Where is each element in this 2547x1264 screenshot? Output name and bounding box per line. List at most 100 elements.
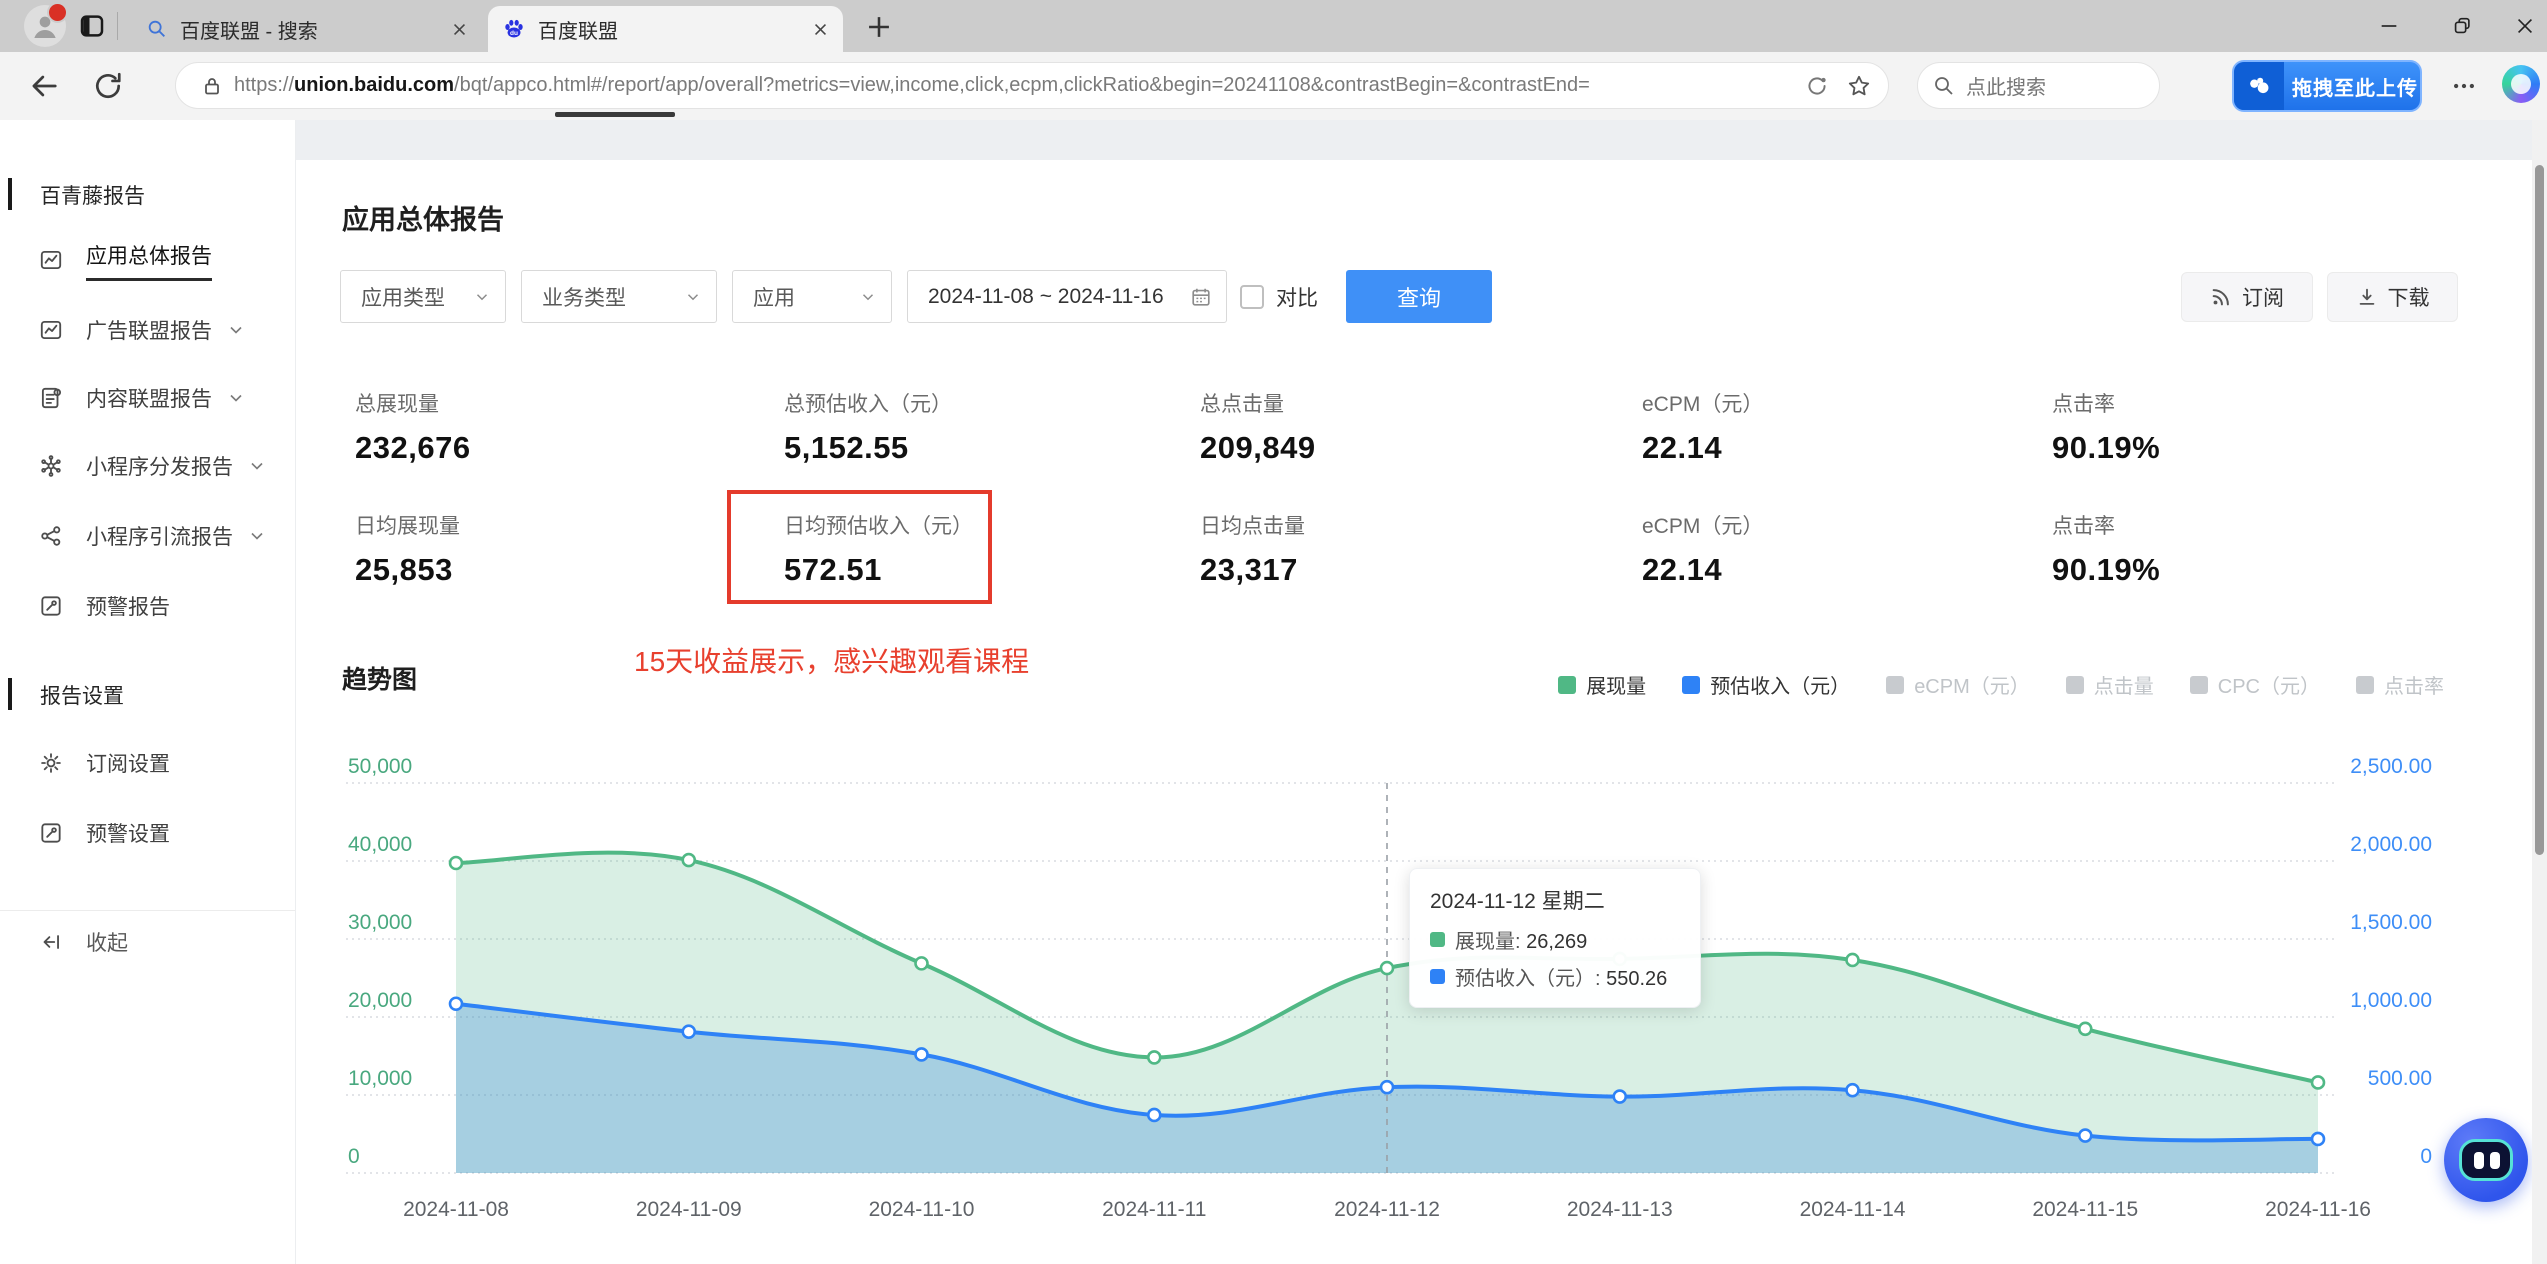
x-axis-tick: 2024-11-10 [869,1198,975,1221]
url-bar[interactable]: https://union.baidu.com/bqt/appco.html#/… [175,62,1889,109]
rss-icon [2212,289,2229,306]
highlight-box [727,490,992,604]
data-point[interactable] [1379,960,1395,976]
quick-search-box[interactable]: 点此搜索 [1917,62,2160,109]
refresh-icon [96,72,121,99]
scrollbar-thumb[interactable] [2535,165,2544,855]
data-point[interactable] [2310,1075,2326,1090]
new-tab-button[interactable] [862,10,896,44]
sidebar-item-1[interactable]: 广告联盟报告 [0,306,295,354]
browser-tab-active[interactable]: du 百度联盟 [488,6,843,52]
copilot-button[interactable] [2502,65,2540,103]
chevron-down-icon [230,394,242,402]
x-axis-tick: 2024-11-15 [2032,1198,2138,1221]
data-point[interactable] [448,996,464,1012]
data-point[interactable] [1612,1089,1628,1104]
close-icon[interactable] [451,21,468,38]
sidebar-divider [0,910,295,911]
query-button[interactable]: 查询 [1346,270,1492,323]
data-point[interactable] [2077,1128,2093,1143]
data-point[interactable] [2077,1021,2093,1037]
stat-card: 总点击量 209,849 [1200,388,1580,466]
close-window-button[interactable] [2493,0,2547,52]
download-button[interactable]: 下载 [2327,272,2458,322]
stat-value: 23,317 [1200,552,1298,587]
browser-menu-button[interactable] [2446,68,2482,104]
profile-avatar[interactable] [24,2,68,47]
stat-label: 日均展现量 [355,515,460,538]
stat-label: 点击率 [2052,393,2115,416]
assistant-robot-button[interactable] [2444,1118,2528,1202]
data-point[interactable] [681,1024,697,1039]
stat-value: 209,849 [1200,430,1316,465]
plus-icon [869,17,889,37]
data-point[interactable] [914,956,929,971]
report-icon [40,250,62,270]
search-icon [148,20,165,37]
app-select[interactable]: 应用 [732,270,892,323]
data-point[interactable] [448,855,464,871]
stat-label: 总展现量 [355,393,439,416]
report-icon [40,320,62,340]
tab-workspaces-button[interactable] [76,11,108,41]
data-point[interactable] [1146,1107,1162,1123]
chevron-down-icon [687,293,699,300]
right-axis-tick: 2,500.00 [2350,755,2432,778]
sidebar-item-4[interactable]: 小程序引流报告 [0,512,295,560]
app-type-select[interactable]: 应用类型 [340,270,506,323]
sidebar-collapse-button[interactable]: 收起 [0,918,295,966]
trend-chart[interactable]: 0 0 10,000 500.00 20,000 1,000.00 30,000 1,500.… [296,680,2532,1264]
sidebar-item-label: 小程序分发报告 [86,456,233,479]
data-point[interactable] [1146,1050,1162,1065]
tab-title: 百度联盟 - 搜索 [180,20,318,43]
biz-type-select[interactable]: 业务类型 [521,270,717,323]
translate-icon[interactable] [1804,73,1830,99]
compare-option[interactable]: 对比 [1240,270,1318,323]
left-axis-tick: 0 [348,1145,360,1168]
data-point[interactable] [681,852,697,868]
data-point[interactable] [1845,952,1860,968]
page-title: 应用总体报告 [342,205,504,235]
back-button[interactable] [26,68,62,104]
data-point[interactable] [914,1047,929,1062]
stat-value: 22.14 [1642,552,1723,587]
upload-drop-badge[interactable]: 拖拽至此上传 [2232,60,2422,112]
sidebar-item-5[interactable]: 预警报告 [0,582,295,630]
date-range-picker[interactable]: 2024-11-08 ~ 2024-11-16 [907,270,1227,323]
right-axis-tick: 1,000.00 [2350,989,2432,1012]
close-icon[interactable] [812,21,829,38]
sidebar-item-3[interactable]: 小程序分发报告 [0,442,295,490]
x-axis-tick: 2024-11-08 [403,1198,509,1221]
compare-checkbox[interactable] [1240,284,1264,309]
url-text[interactable]: https://union.baidu.com/bqt/appco.html#/… [234,74,1788,97]
data-point[interactable] [1845,1082,1860,1098]
restore-button[interactable] [2430,0,2494,52]
stat-card: 点击率 90.19% [2052,388,2432,466]
x-axis-tick: 2024-11-09 [636,1198,742,1221]
sidebar-item-0[interactable]: 应用总体报告 [0,236,295,284]
data-point[interactable] [2310,1131,2326,1147]
left-axis-tick: 30,000 [348,911,412,934]
x-axis-tick: 2024-11-12 [1334,1198,1440,1221]
sidebar-setting-1[interactable]: 预警设置 [0,809,295,857]
refresh-button[interactable] [90,68,126,104]
minimize-button[interactable] [2357,0,2421,52]
page-scrollbar[interactable] [2532,120,2547,1264]
tooltip-row-text: 预估收入（元）: 550.26 [1455,968,1668,990]
section-marker [8,678,12,710]
collapse-icon [43,935,59,949]
right-axis-tick: 0 [2420,1145,2432,1168]
favorite-star-icon[interactable] [1846,73,1872,99]
sidebar-setting-0[interactable]: 订阅设置 [0,739,295,787]
sidebar-item-2[interactable]: 内容联盟报告 [0,374,295,422]
sidebar-item-label: 小程序引流报告 [86,526,233,549]
data-point[interactable] [1379,1079,1395,1095]
browser-tab-search[interactable]: 百度联盟 - 搜索 [132,6,482,52]
chevron-down-icon [862,293,874,300]
tooltip-row-text: 展现量: 26,269 [1455,931,1588,953]
subscribe-button[interactable]: 订阅 [2181,272,2313,322]
stat-label: 总点击量 [1200,393,1284,416]
stat-label: eCPM（元） [1642,393,1764,416]
chevron-down-icon [230,326,242,334]
download-icon [2359,288,2374,305]
